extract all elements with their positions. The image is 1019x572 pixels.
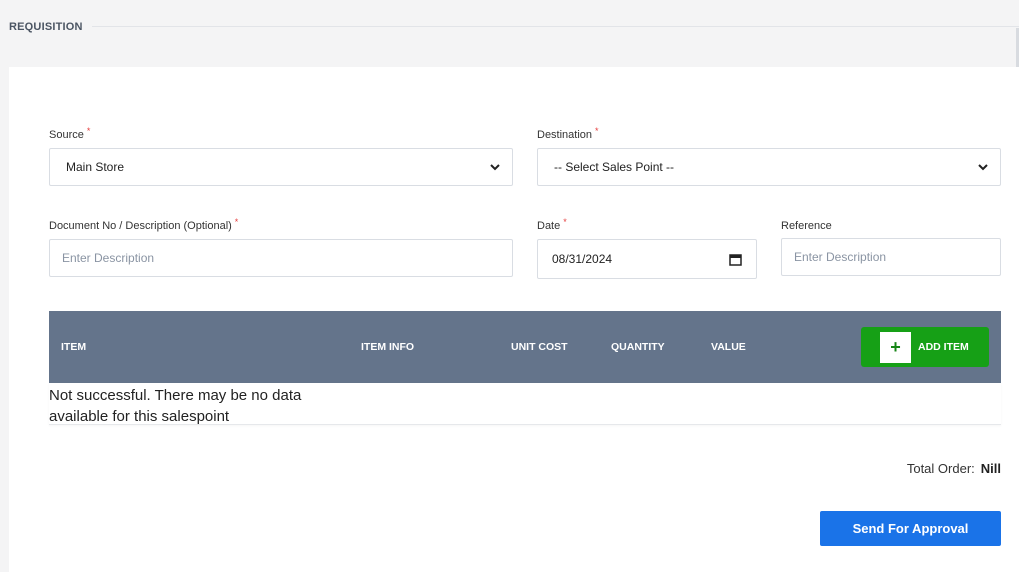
required-mark: * [234, 217, 239, 227]
column-value: VALUE [711, 341, 746, 353]
date-label: Date * [537, 217, 567, 232]
plus-icon: + [880, 331, 911, 363]
requisition-card: Source * Main Store Destination * -- Selec… [9, 67, 1019, 572]
total-order: Total Order: Nill [907, 461, 1001, 476]
destination-value: -- Select Sales Point -- [554, 160, 675, 174]
source-value: Main Store [66, 160, 125, 174]
items-table-header: ITEM ITEM INFO UNIT COST QUANTITY VALUE … [49, 311, 1001, 383]
section-divider [92, 26, 1019, 27]
column-item: ITEM [61, 341, 87, 353]
page-title: REQUISITION [9, 21, 83, 33]
date-input[interactable]: 08/31/2024 [537, 239, 757, 279]
reference-label: Reference [781, 220, 832, 232]
empty-state-message: Not successful. There may be no data ava… [49, 387, 302, 425]
column-unit-cost: UNIT COST [511, 341, 568, 353]
reference-input[interactable]: Enter Description [781, 238, 1001, 276]
add-item-button[interactable]: + ADD ITEM [861, 327, 989, 367]
document-description-input[interactable]: Enter Description [49, 239, 513, 277]
required-mark: * [595, 126, 599, 136]
document-placeholder: Enter Description [62, 251, 155, 265]
chevron-down-icon [978, 164, 988, 171]
destination-label: Destination * [537, 126, 599, 141]
column-item-info: ITEM INFO [361, 341, 415, 353]
section-header: REQUISITION [0, 0, 1019, 52]
source-select[interactable]: Main Store [49, 148, 513, 186]
items-table-body: Not successful. There may be no data ava… [49, 383, 1001, 425]
total-order-value: Nill [980, 461, 1001, 476]
calendar-icon[interactable] [729, 253, 742, 266]
total-order-label: Total Order: [906, 461, 975, 476]
source-label: Source * [49, 126, 91, 141]
required-mark: * [86, 126, 91, 136]
required-mark: * [563, 217, 567, 227]
column-quantity: QUANTITY [611, 341, 665, 353]
destination-select[interactable]: -- Select Sales Point -- [537, 148, 1001, 186]
date-value: 08/31/2024 [552, 252, 613, 266]
reference-placeholder: Enter Description [794, 250, 887, 264]
send-for-approval-button[interactable]: Send For Approval [820, 511, 1001, 546]
add-item-label: ADD ITEM [918, 341, 969, 353]
document-label: Document No / Description (Optional) * [49, 217, 239, 232]
chevron-down-icon [490, 164, 500, 171]
